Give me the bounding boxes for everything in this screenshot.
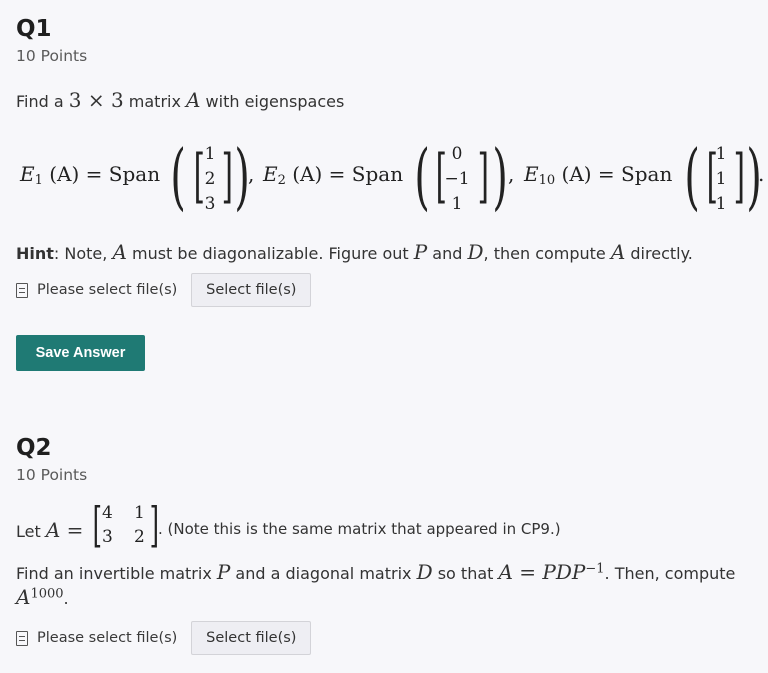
question-2-find: Find an invertible matrix P and a diagon… [16,560,736,584]
vector-3: 111 [715,144,727,214]
select-files-button[interactable]: Select file(s) [191,273,312,307]
file-select-label: Please select file(s) [37,630,178,646]
document-icon [16,282,28,298]
question-2-file-upload: Please select file(s) Select file(s) [16,621,312,655]
file-select-label: Please select file(s) [37,282,178,298]
question-1-hint: Hint: Note, A must be diagonalizable. Fi… [16,240,693,264]
question-1-points: 10 Points [16,47,88,65]
question-2-power: A1000. [16,585,69,609]
matrix-a: 4 1 3 2 [102,503,145,547]
left-paren: ( [170,134,186,218]
document-icon [16,630,28,646]
question-1-title: Q1 [16,16,52,42]
question-2-let: Let A = [16,518,84,542]
eigenspace-10-label: E10 (A) = Span [524,162,673,188]
question-1-intro: Find a 3 × 3 matrix A with eigenspaces [16,88,345,112]
question-1-file-upload: Please select file(s) Select file(s) [16,273,312,307]
save-answer-button[interactable]: Save Answer [16,335,145,371]
question-2-points: 10 Points [16,466,88,484]
eigenspace-2-label: E2 (A) = Span [263,162,404,188]
vector-1: 123 [204,144,216,214]
question-2-note: . (Note this is the same matrix that app… [158,520,561,538]
eigenspace-1-label: E1 (A) = Span [20,162,161,188]
select-files-button[interactable]: Select file(s) [191,621,312,655]
right-bracket: ] [221,142,233,210]
eigenspace-equation: E1 (A) = Span ( [ 123 ] ) , E2 (A) = Spa… [20,134,765,218]
vector-2: 0 −1 1 [444,144,470,214]
question-2-title: Q2 [16,435,52,461]
